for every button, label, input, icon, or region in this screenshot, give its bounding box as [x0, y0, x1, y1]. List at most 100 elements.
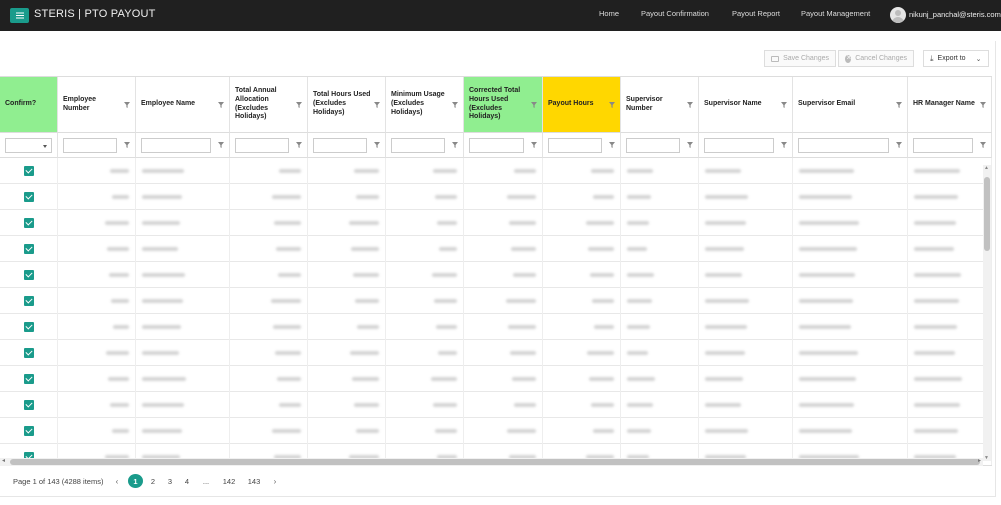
filter-icon[interactable] — [980, 102, 986, 108]
page-2[interactable]: 2 — [148, 474, 158, 488]
table-cell[interactable] — [908, 418, 992, 444]
confirm-checkbox[interactable] — [24, 192, 34, 202]
table-cell[interactable] — [793, 158, 908, 184]
table-cell[interactable] — [58, 210, 136, 236]
page-143[interactable]: 143 — [245, 474, 263, 488]
cancel-changes-button[interactable]: Cancel Changes — [838, 50, 914, 67]
filter-icon[interactable] — [896, 142, 902, 148]
horizontal-scroll-thumb[interactable] — [10, 459, 980, 465]
table-cell[interactable] — [464, 158, 543, 184]
confirm-checkbox[interactable] — [24, 244, 34, 254]
table-cell[interactable] — [621, 184, 699, 210]
table-cell[interactable] — [793, 340, 908, 366]
filter-icon[interactable] — [609, 142, 615, 148]
table-cell[interactable] — [793, 262, 908, 288]
table-cell[interactable] — [543, 314, 621, 340]
table-cell[interactable] — [230, 314, 308, 340]
table-cell[interactable] — [386, 288, 464, 314]
filter-icon[interactable] — [531, 102, 537, 108]
table-cell[interactable] — [464, 340, 543, 366]
filter-icon[interactable] — [980, 142, 986, 148]
table-cell[interactable] — [908, 366, 992, 392]
table-cell[interactable] — [464, 288, 543, 314]
table-cell[interactable] — [621, 288, 699, 314]
table-cell[interactable] — [308, 158, 386, 184]
table-cell[interactable] — [464, 262, 543, 288]
filter-input[interactable] — [63, 138, 117, 153]
column-header-1[interactable]: Confirm? — [0, 77, 58, 133]
table-cell[interactable] — [699, 392, 793, 418]
table-cell[interactable] — [699, 366, 793, 392]
confirm-checkbox[interactable] — [24, 426, 34, 436]
filter-input[interactable] — [235, 138, 289, 153]
column-header-8[interactable]: Payout Hours — [543, 77, 621, 133]
table-cell[interactable] — [230, 158, 308, 184]
table-cell[interactable] — [230, 210, 308, 236]
table-cell[interactable] — [908, 340, 992, 366]
filter-icon[interactable] — [218, 102, 224, 108]
save-changes-button[interactable]: Save Changes — [764, 50, 836, 67]
filter-icon[interactable] — [609, 102, 615, 108]
table-row[interactable] — [0, 262, 992, 288]
confirm-checkbox[interactable] — [24, 348, 34, 358]
filter-icon[interactable] — [896, 102, 902, 108]
table-cell[interactable] — [230, 392, 308, 418]
column-header-12[interactable]: HR Manager Name — [908, 77, 992, 133]
confirm-filter-select[interactable] — [5, 138, 52, 153]
table-cell[interactable] — [308, 210, 386, 236]
filter-icon[interactable] — [296, 102, 302, 108]
filter-input[interactable] — [626, 138, 680, 153]
table-cell[interactable] — [136, 418, 230, 444]
table-cell[interactable] — [308, 340, 386, 366]
table-cell[interactable] — [621, 158, 699, 184]
column-header-7[interactable]: Corrected Total Hours Used (Excludes Hol… — [464, 77, 543, 133]
table-cell[interactable] — [386, 184, 464, 210]
confirm-checkbox[interactable] — [24, 374, 34, 384]
table-cell[interactable] — [308, 262, 386, 288]
column-header-10[interactable]: Supervisor Name — [699, 77, 793, 133]
table-cell[interactable] — [699, 236, 793, 262]
table-cell[interactable] — [308, 236, 386, 262]
filter-input[interactable] — [141, 138, 211, 153]
filter-icon[interactable] — [687, 102, 693, 108]
table-cell[interactable] — [793, 184, 908, 210]
table-cell[interactable] — [793, 210, 908, 236]
confirm-checkbox[interactable] — [24, 218, 34, 228]
table-cell[interactable] — [621, 392, 699, 418]
table-cell[interactable] — [621, 314, 699, 340]
table-cell[interactable] — [386, 210, 464, 236]
page-4[interactable]: 4 — [182, 474, 192, 488]
table-cell[interactable] — [58, 262, 136, 288]
table-cell[interactable] — [308, 418, 386, 444]
filter-icon[interactable] — [374, 142, 380, 148]
filter-input[interactable] — [313, 138, 367, 153]
page-142[interactable]: 142 — [220, 474, 238, 488]
confirm-checkbox[interactable] — [24, 166, 34, 176]
table-cell[interactable] — [793, 392, 908, 418]
table-row[interactable] — [0, 392, 992, 418]
table-cell[interactable] — [543, 184, 621, 210]
table-cell[interactable] — [58, 158, 136, 184]
table-cell[interactable] — [621, 366, 699, 392]
table-row[interactable] — [0, 366, 992, 392]
table-cell[interactable] — [464, 418, 543, 444]
vertical-scroll-thumb[interactable] — [984, 177, 990, 251]
vertical-scrollbar[interactable]: ▲ ▼ — [983, 165, 991, 461]
confirm-checkbox[interactable] — [24, 322, 34, 332]
table-cell[interactable] — [621, 210, 699, 236]
table-cell[interactable] — [699, 314, 793, 340]
table-cell[interactable] — [230, 236, 308, 262]
table-cell[interactable] — [699, 210, 793, 236]
table-cell[interactable] — [464, 314, 543, 340]
table-cell[interactable] — [464, 210, 543, 236]
horizontal-scrollbar[interactable]: ◂ ▸ — [0, 458, 983, 466]
table-cell[interactable] — [621, 236, 699, 262]
scroll-up-icon[interactable]: ▲ — [984, 165, 989, 171]
filter-input[interactable] — [798, 138, 889, 153]
table-cell[interactable] — [543, 236, 621, 262]
nav-payout-management[interactable]: Payout Management — [801, 9, 870, 18]
table-cell[interactable] — [58, 340, 136, 366]
table-cell[interactable] — [230, 366, 308, 392]
filter-input[interactable] — [913, 138, 973, 153]
table-row[interactable] — [0, 184, 992, 210]
